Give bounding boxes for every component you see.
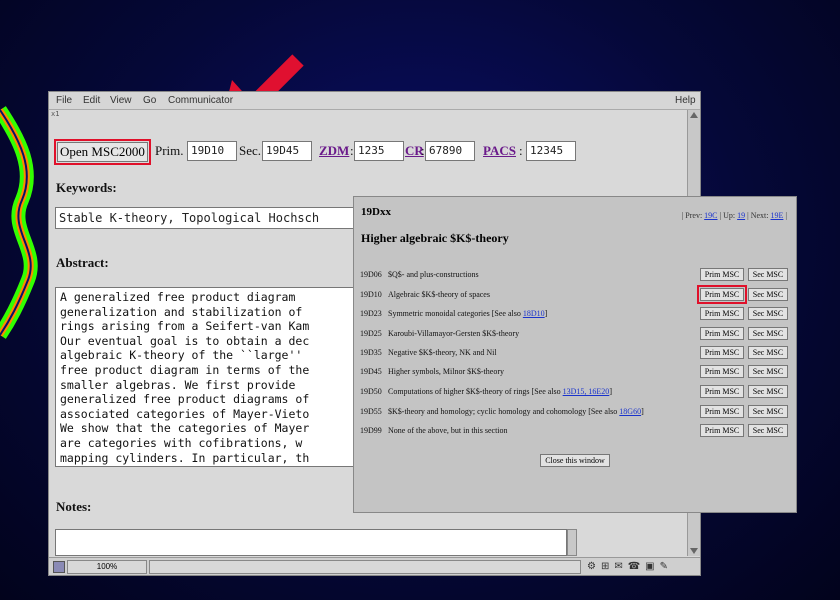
see-also-link[interactable]: 18G60: [619, 407, 641, 416]
menu-bar: File Edit View Go Communicator Help: [49, 92, 700, 110]
see-also-link[interactable]: 18D10: [523, 309, 545, 318]
msc-row: 19D35 Negative $K$-theory, NK and Nil Pr…: [360, 346, 790, 361]
pacs-link[interactable]: PACS: [483, 143, 516, 159]
sec-msc-button[interactable]: Sec MSC: [748, 346, 788, 359]
msc-description: Higher symbols, Milnor $K$-theory: [388, 367, 504, 376]
msc-code: 19D23: [360, 309, 382, 318]
prim-msc-button[interactable]: Prim MSC: [700, 385, 744, 398]
msc-description: Algebraic $K$-theory of spaces: [388, 290, 490, 299]
menu-edit[interactable]: Edit: [83, 95, 100, 106]
menu-communicator[interactable]: Communicator: [168, 95, 233, 106]
msc-row: 19D10 Algebraic $K$-theory of spaces Pri…: [360, 285, 790, 304]
cr-field[interactable]: 67890: [425, 141, 475, 161]
pacs-field[interactable]: 12345: [526, 141, 576, 161]
msc-code: 19D55: [360, 407, 382, 416]
security-lock-icon[interactable]: [53, 561, 65, 573]
msc-popup-window: 19Dxx | Prev: 19C | Up: 19 | Next: 19E |…: [353, 196, 797, 513]
msc-row: 19D23 Symmetric monoidal categories [See…: [360, 307, 790, 322]
menu-go[interactable]: Go: [143, 95, 156, 106]
msc-description: Computations of higher $K$-theory of rin…: [388, 387, 612, 396]
zdm-link[interactable]: ZDM: [319, 143, 349, 159]
menu-help[interactable]: Help: [675, 95, 696, 106]
keywords-field[interactable]: Stable K-theory, Topological Hochsch: [55, 207, 375, 229]
scroll-up-icon[interactable]: [690, 112, 698, 118]
msc-code: 19D25: [360, 329, 382, 338]
prim-msc-button[interactable]: Prim MSC: [700, 424, 744, 437]
zoom-indicator: 100%: [67, 560, 147, 574]
msc-description: Karoubi-Villamayor-Gersten $K$-theory: [388, 329, 520, 338]
nav-prev-link[interactable]: 19C: [704, 211, 717, 220]
sec-msc-button[interactable]: Sec MSC: [748, 424, 788, 437]
status-message: [149, 560, 581, 574]
prim-msc-button[interactable]: Prim MSC: [700, 307, 744, 320]
abstract-label: Abstract:: [56, 255, 109, 270]
see-also-link[interactable]: 13D15, 16E20: [563, 387, 610, 396]
prim-label: Prim.: [155, 143, 184, 158]
msc-row: 19D99 None of the above, but in this sec…: [360, 424, 790, 439]
msc-description: $K$-theory and homology; cyclic homology…: [388, 407, 644, 416]
sec-label: Sec.: [239, 143, 262, 158]
sec-field[interactable]: 19D45: [262, 141, 312, 161]
msc-description: None of the above, but in this section: [388, 426, 508, 435]
popup-code: 19Dxx: [361, 206, 391, 218]
msc-row: 19D45 Higher symbols, Milnor $K$-theory …: [360, 365, 790, 380]
sec-msc-button[interactable]: Sec MSC: [748, 307, 788, 320]
prim-msc-button[interactable]: Prim MSC: [700, 365, 744, 378]
nav-up-link[interactable]: 19: [737, 211, 745, 220]
nav-end: |: [785, 211, 787, 220]
sec-msc-button[interactable]: Sec MSC: [748, 365, 788, 378]
scroll-down-icon[interactable]: [690, 548, 698, 554]
prim-msc-button-highlighted[interactable]: Prim MSC: [697, 285, 747, 304]
sec-msc-button[interactable]: Sec MSC: [748, 327, 788, 340]
component-bar-icons[interactable]: ⚙⊞✉☎▣✎: [587, 561, 673, 572]
close-window-button[interactable]: Close this window: [540, 454, 610, 467]
popup-navigation: | Prev: 19C | Up: 19 | Next: 19E |: [682, 211, 787, 220]
msc-code: 19D45: [360, 367, 382, 376]
zdm-field[interactable]: 1235: [354, 141, 404, 161]
msc-code: 19D50: [360, 387, 382, 396]
msc-description: $Q$- and plus-constructions: [388, 270, 479, 279]
notes-textarea[interactable]: [55, 529, 567, 556]
open-msc2000-button[interactable]: Open MSC2000: [54, 139, 151, 165]
notes-label: Notes:: [56, 499, 92, 514]
sec-msc-button[interactable]: Sec MSC: [748, 288, 788, 301]
prim-msc-button[interactable]: Prim MSC: [700, 405, 744, 418]
msc-code: 19D10: [360, 290, 382, 299]
msc-row: 19D25 Karoubi-Villamayor-Gersten $K$-the…: [360, 327, 790, 342]
keywords-label: Keywords:: [56, 180, 117, 195]
msc-row: 19D55 $K$-theory and homology; cyclic ho…: [360, 405, 790, 420]
nav-next-label: | Next:: [747, 211, 769, 220]
sec-msc-button[interactable]: Sec MSC: [748, 405, 788, 418]
prim-msc-button[interactable]: Prim MSC: [700, 268, 744, 281]
status-bar: 100% ⚙⊞✉☎▣✎: [49, 557, 700, 575]
menu-view[interactable]: View: [110, 95, 132, 106]
prim-msc-button[interactable]: Prim MSC: [700, 346, 744, 359]
background-squiggle: [0, 106, 38, 339]
msc-code: 19D35: [360, 348, 382, 357]
msc-description: Symmetric monoidal categories [See also …: [388, 309, 548, 318]
msc-description: Negative $K$-theory, NK and Nil: [388, 348, 497, 357]
sec-msc-button[interactable]: Sec MSC: [748, 385, 788, 398]
pacs-colon: :: [519, 143, 523, 158]
menu-file[interactable]: File: [56, 95, 72, 106]
prim-field[interactable]: 19D10: [187, 141, 237, 161]
abstract-textarea[interactable]: A generalized free product diagram gener…: [55, 287, 375, 467]
msc-code: 19D99: [360, 426, 382, 435]
notes-scrollbar[interactable]: [567, 529, 577, 556]
nav-next-link[interactable]: 19E: [771, 211, 784, 220]
nav-up-label: | Up:: [719, 211, 736, 220]
msc-row: 19D50 Computations of higher $K$-theory …: [360, 385, 790, 400]
msc-code: 19D06: [360, 270, 382, 279]
sec-msc-button[interactable]: Sec MSC: [748, 268, 788, 281]
msc-row: 19D06 $Q$- and plus-constructions Prim M…: [360, 268, 790, 283]
popup-title: Higher algebraic $K$-theory: [361, 231, 509, 245]
prim-msc-button[interactable]: Prim MSC: [700, 327, 744, 340]
nav-prev-label: | Prev:: [681, 211, 703, 220]
